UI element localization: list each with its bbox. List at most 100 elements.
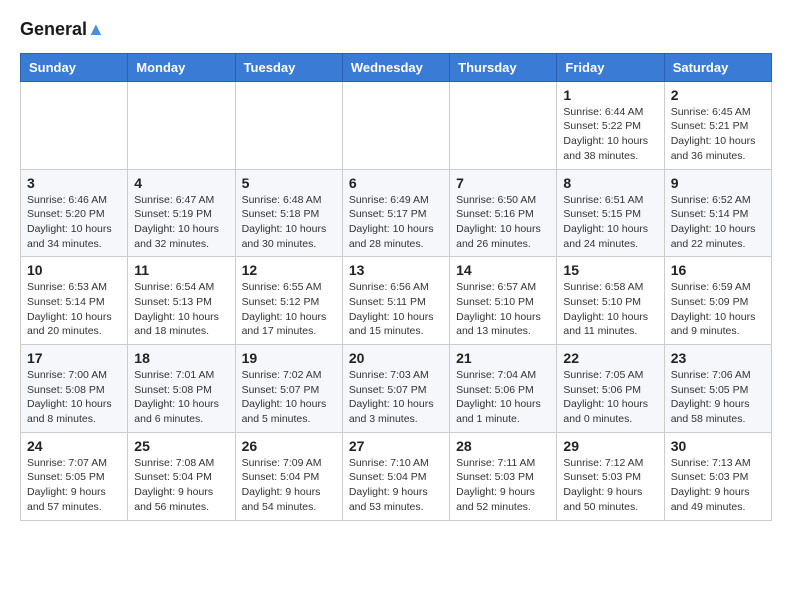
day-number: 10 — [27, 262, 121, 278]
day-number: 22 — [563, 350, 657, 366]
calendar-cell: 7 Sunrise: 6:50 AMSunset: 5:16 PMDaylight… — [450, 169, 557, 257]
day-number: 13 — [349, 262, 443, 278]
day-number: 18 — [134, 350, 228, 366]
logo: General▲ — [20, 20, 105, 40]
calendar-cell: 16 Sunrise: 6:59 AMSunset: 5:09 PMDayligh… — [664, 257, 771, 345]
calendar-cell: 27 Sunrise: 7:10 AMSunset: 5:04 PMDayligh… — [342, 432, 449, 520]
calendar-cell: 20 Sunrise: 7:03 AMSunset: 5:07 PMDayligh… — [342, 345, 449, 433]
day-info: Sunrise: 6:45 AMSunset: 5:21 PMDaylight:… — [671, 105, 765, 164]
day-number: 19 — [242, 350, 336, 366]
day-number: 3 — [27, 175, 121, 191]
col-header-friday: Friday — [557, 53, 664, 81]
calendar-cell: 13 Sunrise: 6:56 AMSunset: 5:11 PMDayligh… — [342, 257, 449, 345]
day-info: Sunrise: 6:58 AMSunset: 5:10 PMDaylight:… — [563, 280, 657, 339]
day-info: Sunrise: 7:12 AMSunset: 5:03 PMDaylight:… — [563, 456, 657, 515]
calendar-cell: 25 Sunrise: 7:08 AMSunset: 5:04 PMDayligh… — [128, 432, 235, 520]
calendar-cell — [342, 81, 449, 169]
day-number: 27 — [349, 438, 443, 454]
day-info: Sunrise: 7:02 AMSunset: 5:07 PMDaylight:… — [242, 368, 336, 427]
day-number: 29 — [563, 438, 657, 454]
calendar-cell: 2 Sunrise: 6:45 AMSunset: 5:21 PMDaylight… — [664, 81, 771, 169]
calendar-cell: 11 Sunrise: 6:54 AMSunset: 5:13 PMDayligh… — [128, 257, 235, 345]
day-info: Sunrise: 6:57 AMSunset: 5:10 PMDaylight:… — [456, 280, 550, 339]
logo-text: General▲ — [20, 20, 105, 40]
calendar-cell: 6 Sunrise: 6:49 AMSunset: 5:17 PMDaylight… — [342, 169, 449, 257]
calendar-cell: 3 Sunrise: 6:46 AMSunset: 5:20 PMDaylight… — [21, 169, 128, 257]
col-header-thursday: Thursday — [450, 53, 557, 81]
col-header-sunday: Sunday — [21, 53, 128, 81]
calendar-cell: 5 Sunrise: 6:48 AMSunset: 5:18 PMDaylight… — [235, 169, 342, 257]
day-number: 9 — [671, 175, 765, 191]
calendar-cell: 19 Sunrise: 7:02 AMSunset: 5:07 PMDayligh… — [235, 345, 342, 433]
calendar-cell: 21 Sunrise: 7:04 AMSunset: 5:06 PMDayligh… — [450, 345, 557, 433]
day-number: 17 — [27, 350, 121, 366]
day-info: Sunrise: 6:53 AMSunset: 5:14 PMDaylight:… — [27, 280, 121, 339]
calendar-cell: 14 Sunrise: 6:57 AMSunset: 5:10 PMDayligh… — [450, 257, 557, 345]
day-info: Sunrise: 7:13 AMSunset: 5:03 PMDaylight:… — [671, 456, 765, 515]
day-number: 30 — [671, 438, 765, 454]
day-number: 1 — [563, 87, 657, 103]
calendar-cell: 17 Sunrise: 7:00 AMSunset: 5:08 PMDayligh… — [21, 345, 128, 433]
col-header-monday: Monday — [128, 53, 235, 81]
calendar-cell — [235, 81, 342, 169]
calendar-cell — [128, 81, 235, 169]
day-info: Sunrise: 6:46 AMSunset: 5:20 PMDaylight:… — [27, 193, 121, 252]
day-info: Sunrise: 7:00 AMSunset: 5:08 PMDaylight:… — [27, 368, 121, 427]
calendar-cell: 15Sunrise: 6:58 AMSunset: 5:10 PMDayligh… — [557, 257, 664, 345]
day-number: 20 — [349, 350, 443, 366]
day-info: Sunrise: 7:04 AMSunset: 5:06 PMDaylight:… — [456, 368, 550, 427]
day-number: 14 — [456, 262, 550, 278]
calendar-cell: 18 Sunrise: 7:01 AMSunset: 5:08 PMDayligh… — [128, 345, 235, 433]
day-number: 8 — [563, 175, 657, 191]
col-header-tuesday: Tuesday — [235, 53, 342, 81]
day-number: 23 — [671, 350, 765, 366]
calendar-table: SundayMondayTuesdayWednesdayThursdayFrid… — [20, 53, 772, 521]
day-number: 2 — [671, 87, 765, 103]
day-number: 26 — [242, 438, 336, 454]
day-info: Sunrise: 7:05 AMSunset: 5:06 PMDaylight:… — [563, 368, 657, 427]
day-info: Sunrise: 6:44 AMSunset: 5:22 PMDaylight:… — [563, 105, 657, 164]
day-info: Sunrise: 6:50 AMSunset: 5:16 PMDaylight:… — [456, 193, 550, 252]
day-info: Sunrise: 6:49 AMSunset: 5:17 PMDaylight:… — [349, 193, 443, 252]
day-info: Sunrise: 7:03 AMSunset: 5:07 PMDaylight:… — [349, 368, 443, 427]
calendar-cell: 8 Sunrise: 6:51 AMSunset: 5:15 PMDaylight… — [557, 169, 664, 257]
calendar-cell: 28Sunrise: 7:11 AMSunset: 5:03 PMDayligh… — [450, 432, 557, 520]
day-info: Sunrise: 7:01 AMSunset: 5:08 PMDaylight:… — [134, 368, 228, 427]
calendar-cell: 26 Sunrise: 7:09 AMSunset: 5:04 PMDayligh… — [235, 432, 342, 520]
col-header-saturday: Saturday — [664, 53, 771, 81]
day-info: Sunrise: 7:07 AMSunset: 5:05 PMDaylight:… — [27, 456, 121, 515]
calendar-cell: 23 Sunrise: 7:06 AMSunset: 5:05 PMDayligh… — [664, 345, 771, 433]
calendar-cell: 1 Sunrise: 6:44 AMSunset: 5:22 PMDaylight… — [557, 81, 664, 169]
col-header-wednesday: Wednesday — [342, 53, 449, 81]
calendar-cell: 9 Sunrise: 6:52 AMSunset: 5:14 PMDaylight… — [664, 169, 771, 257]
calendar-cell: 10 Sunrise: 6:53 AMSunset: 5:14 PMDayligh… — [21, 257, 128, 345]
day-info: Sunrise: 6:47 AMSunset: 5:19 PMDaylight:… — [134, 193, 228, 252]
day-number: 5 — [242, 175, 336, 191]
day-info: Sunrise: 6:48 AMSunset: 5:18 PMDaylight:… — [242, 193, 336, 252]
day-number: 28 — [456, 438, 550, 454]
day-number: 25 — [134, 438, 228, 454]
day-info: Sunrise: 6:56 AMSunset: 5:11 PMDaylight:… — [349, 280, 443, 339]
day-info: Sunrise: 6:55 AMSunset: 5:12 PMDaylight:… — [242, 280, 336, 339]
calendar-cell: 4Sunrise: 6:47 AMSunset: 5:19 PMDaylight… — [128, 169, 235, 257]
day-number: 11 — [134, 262, 228, 278]
calendar-cell: 30 Sunrise: 7:13 AMSunset: 5:03 PMDayligh… — [664, 432, 771, 520]
day-info: Sunrise: 6:51 AMSunset: 5:15 PMDaylight:… — [563, 193, 657, 252]
day-info: Sunrise: 7:06 AMSunset: 5:05 PMDaylight:… — [671, 368, 765, 427]
day-info: Sunrise: 6:54 AMSunset: 5:13 PMDaylight:… — [134, 280, 228, 339]
day-number: 24 — [27, 438, 121, 454]
calendar-cell: 29 Sunrise: 7:12 AMSunset: 5:03 PMDayligh… — [557, 432, 664, 520]
day-info: Sunrise: 6:59 AMSunset: 5:09 PMDaylight:… — [671, 280, 765, 339]
day-info: Sunrise: 7:10 AMSunset: 5:04 PMDaylight:… — [349, 456, 443, 515]
day-info: Sunrise: 7:08 AMSunset: 5:04 PMDaylight:… — [134, 456, 228, 515]
day-info: Sunrise: 6:52 AMSunset: 5:14 PMDaylight:… — [671, 193, 765, 252]
calendar-cell: 12 Sunrise: 6:55 AMSunset: 5:12 PMDayligh… — [235, 257, 342, 345]
calendar-cell — [21, 81, 128, 169]
day-info: Sunrise: 7:09 AMSunset: 5:04 PMDaylight:… — [242, 456, 336, 515]
day-number: 7 — [456, 175, 550, 191]
day-number: 12 — [242, 262, 336, 278]
day-number: 6 — [349, 175, 443, 191]
day-number: 16 — [671, 262, 765, 278]
calendar-cell — [450, 81, 557, 169]
day-number: 21 — [456, 350, 550, 366]
